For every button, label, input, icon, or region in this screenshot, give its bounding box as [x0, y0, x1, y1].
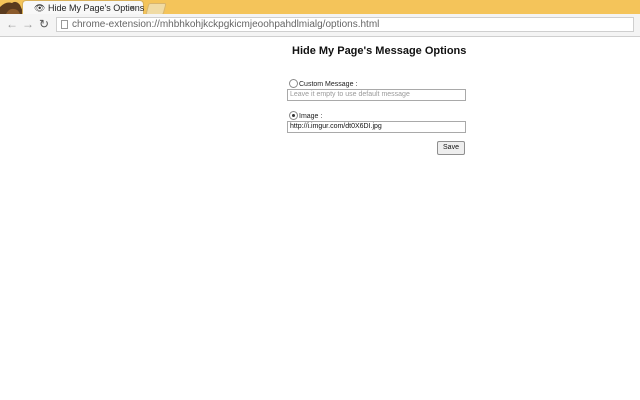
custom-message-input[interactable]: Leave it empty to use default message	[287, 89, 466, 101]
save-button[interactable]: Save	[437, 141, 465, 155]
image-url-input[interactable]: http://i.imgur.com/dt0X6DI.jpg	[287, 121, 466, 133]
back-arrow-icon[interactable]: ←	[6, 17, 18, 31]
custom-message-label: Custom Message :	[299, 81, 358, 88]
address-url: chrome-extension://mhbhkohjkckpgkicmjeoo…	[72, 19, 380, 30]
tab-options[interactable]: 👁 Hide My Page's Options ×	[22, 0, 144, 14]
page-icon	[61, 20, 68, 29]
image-radio[interactable]	[289, 111, 298, 120]
eye-slash-icon: 👁	[34, 3, 46, 13]
reload-icon[interactable]: ↻	[39, 17, 49, 31]
browser-toolbar: ← → ↻ chrome-extension://mhbhkohjkckpgki…	[0, 14, 640, 37]
forward-arrow-icon[interactable]: →	[22, 17, 34, 31]
image-label: Image :	[299, 113, 323, 120]
tab-close-icon[interactable]: ×	[130, 2, 135, 14]
options-page: Hide My Page's Message Options Custom Me…	[0, 37, 640, 400]
custom-message-radio[interactable]	[289, 79, 298, 88]
tab-strip: 👁 Hide My Page's Options ×	[0, 0, 640, 15]
address-bar[interactable]: chrome-extension://mhbhkohjkckpgkicmjeoo…	[56, 17, 634, 32]
page-title: Hide My Page's Message Options	[292, 45, 467, 57]
